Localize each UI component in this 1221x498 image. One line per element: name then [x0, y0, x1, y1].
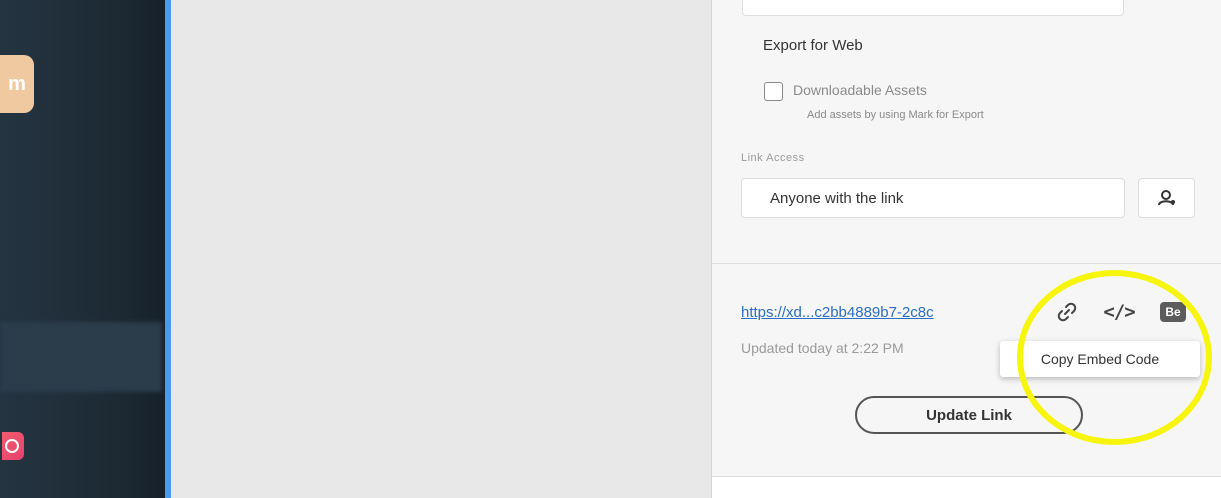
downloadable-assets-checkbox[interactable] [764, 82, 783, 101]
instagram-icon[interactable] [2, 432, 24, 460]
updated-timestamp: Updated today at 2:22 PM [741, 340, 904, 356]
export-for-web-title: Export for Web [763, 37, 863, 54]
copy-embed-code-tooltip: Copy Embed Code [1000, 341, 1200, 377]
top-field[interactable] [742, 0, 1124, 16]
downloadable-assets-hint: Add assets by using Mark for Export [807, 109, 984, 121]
bottom-section [712, 477, 1221, 498]
behance-button[interactable]: Be [1157, 298, 1189, 326]
copy-link-button[interactable] [1052, 298, 1082, 326]
update-link-button[interactable]: Update Link [855, 396, 1083, 434]
behance-icon: Be [1160, 302, 1186, 322]
link-access-dropdown[interactable]: Anyone with the link [741, 178, 1125, 218]
app-logo-icon[interactable]: m [0, 55, 34, 113]
design-canvas[interactable] [171, 0, 711, 498]
downloadable-assets-label: Downloadable Assets [793, 82, 927, 98]
share-panel: Export for Web Downloadable Assets Add a… [711, 0, 1221, 498]
user-icon [1157, 190, 1175, 206]
section-divider [712, 263, 1221, 264]
sidebar-hover-band [0, 322, 162, 392]
link-access-label: Link Access [741, 152, 805, 164]
left-sidebar: m [0, 0, 175, 498]
link-icon [1057, 302, 1077, 322]
share-link[interactable]: https://xd...c2bb4889b7-2c8c [741, 304, 934, 321]
embed-code-icon[interactable]: </> [1099, 298, 1139, 326]
link-access-value: Anyone with the link [770, 189, 904, 207]
invite-button[interactable] [1138, 178, 1195, 218]
app-logo-letter: m [8, 72, 26, 95]
